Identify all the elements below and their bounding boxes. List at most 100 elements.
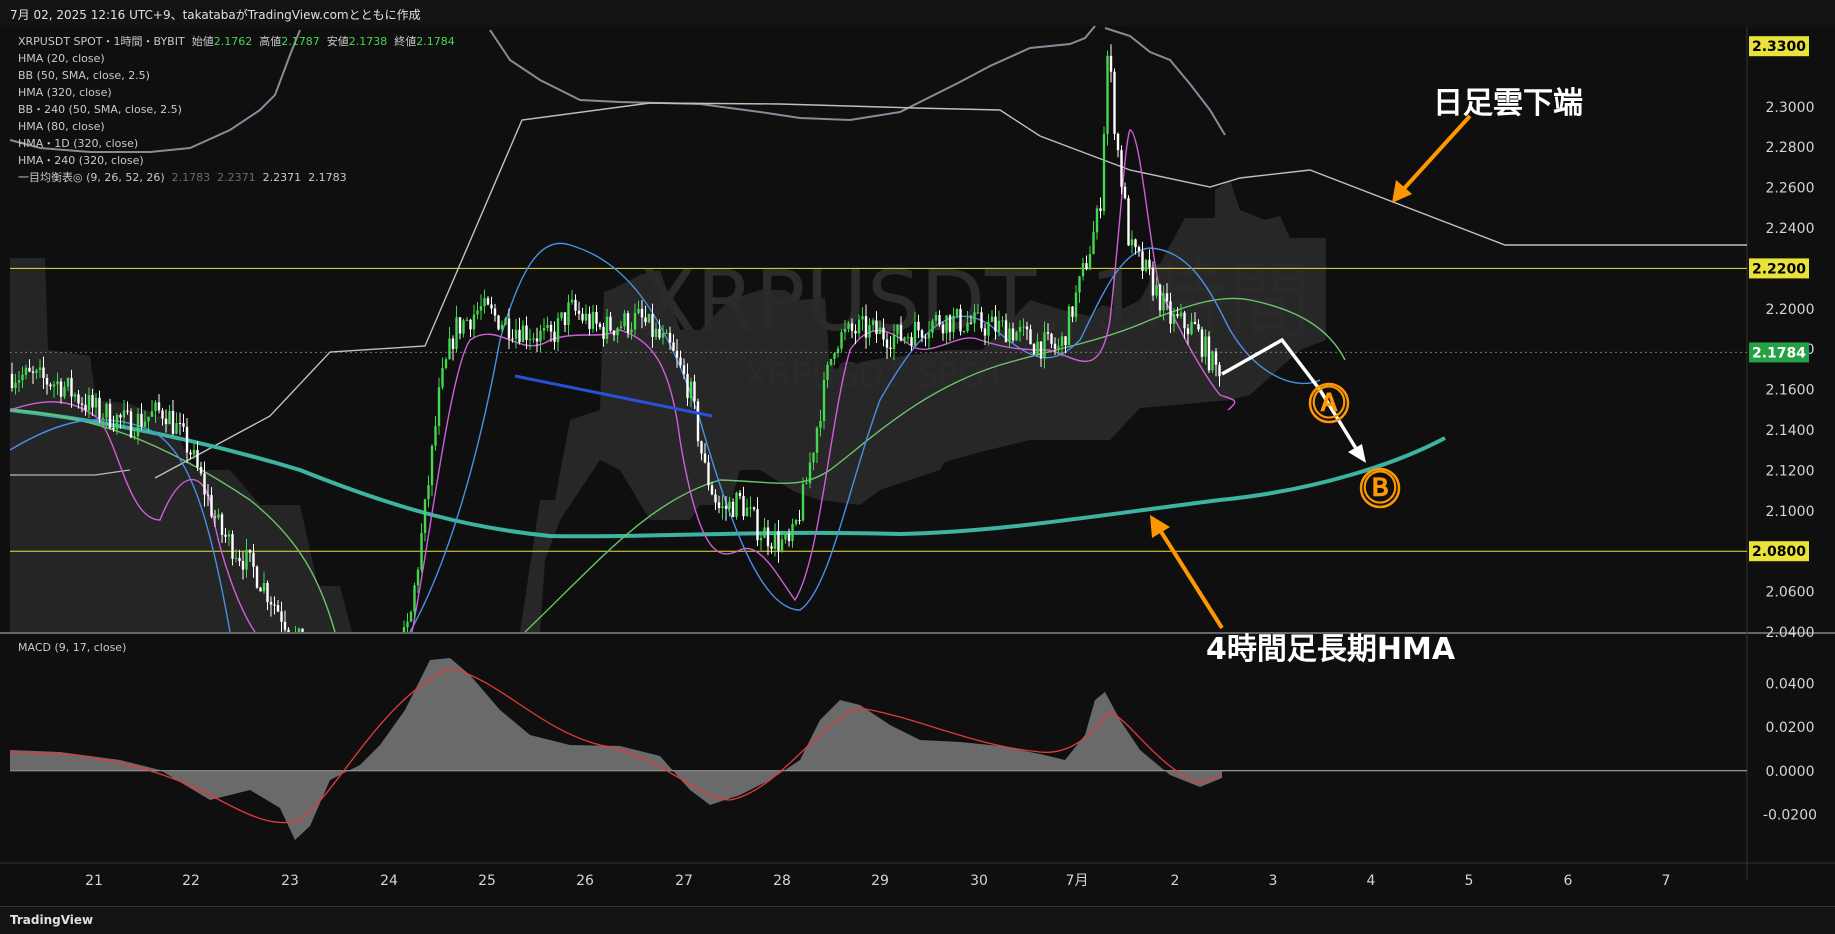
- candle-body: [161, 410, 164, 419]
- candle-body: [588, 313, 591, 329]
- candle-body: [847, 323, 850, 329]
- candle-body: [451, 338, 455, 350]
- candle-body: [444, 359, 448, 368]
- candle-body: [10, 373, 14, 388]
- candle-body: [899, 324, 903, 341]
- candle-body: [91, 395, 94, 408]
- legend-line[interactable]: HMA (20, close): [18, 50, 455, 67]
- candle-body: [1158, 284, 1162, 311]
- candle-body: [35, 370, 38, 373]
- candle-body: [483, 298, 486, 307]
- candle-body: [238, 557, 241, 561]
- candle-body: [1200, 329, 1204, 357]
- candle-body: [812, 452, 815, 463]
- candle-body: [427, 485, 430, 500]
- candle-body: [441, 367, 444, 388]
- candle-body: [297, 628, 301, 632]
- candle-body: [52, 384, 56, 387]
- price-tag-label: 2.2200: [1752, 261, 1806, 277]
- candle-body: [126, 410, 129, 412]
- candle-body: [675, 350, 679, 358]
- legend-line[interactable]: BB (50, SMA, close, 2.5): [18, 67, 455, 84]
- candle-body: [1053, 343, 1057, 349]
- macd-title[interactable]: MACD (9, 17, close): [18, 641, 126, 654]
- time-tick-label: 3: [1269, 873, 1278, 889]
- candle-body: [1095, 208, 1099, 233]
- candle-body: [539, 330, 542, 342]
- candle-body: [724, 506, 728, 509]
- legend-line[interactable]: HMA (80, close): [18, 118, 455, 135]
- candle-body: [1162, 293, 1165, 311]
- candle-body: [14, 382, 17, 388]
- time-tick-label: 23: [281, 873, 299, 889]
- candle-body: [1193, 321, 1197, 325]
- price-tick-label: 2.0400: [1766, 625, 1815, 641]
- candle-body: [854, 330, 857, 334]
- candle-body: [486, 298, 490, 305]
- candle-body: [546, 324, 549, 328]
- candle-body: [504, 318, 507, 325]
- legend-line[interactable]: HMA・240 (320, close): [18, 152, 455, 169]
- candle-body: [1022, 326, 1025, 328]
- candle-body: [140, 413, 143, 427]
- candle-body: [640, 308, 644, 318]
- candle-body: [63, 386, 66, 397]
- low-label: 安値: [326, 35, 349, 48]
- candle-body: [437, 387, 441, 426]
- candle-body: [661, 333, 665, 338]
- candle-body: [283, 621, 287, 630]
- legend-ichimoku[interactable]: 一目均衡表◎ (9, 26, 52, 26) 2.1783 2.2371 2.2…: [18, 169, 455, 186]
- candle-body: [203, 473, 206, 495]
- candle-body: [276, 605, 280, 612]
- candle-body: [1190, 321, 1193, 335]
- candle-body: [644, 317, 647, 323]
- price-tag-label: 2.0800: [1752, 544, 1806, 560]
- candle-body: [1123, 186, 1127, 199]
- candle-body: [1137, 247, 1141, 252]
- candle-body: [889, 347, 892, 349]
- candle-body: [567, 302, 570, 325]
- candle-body: [1186, 328, 1190, 335]
- candle-body: [605, 316, 609, 339]
- candle-body: [301, 628, 304, 632]
- candle-body: [910, 337, 913, 346]
- candle-body: [668, 332, 672, 343]
- candle-body: [693, 381, 696, 402]
- candle-body: [448, 338, 451, 360]
- candle-body: [66, 377, 70, 387]
- candle-body: [738, 492, 742, 496]
- candle-body: [402, 627, 406, 632]
- candle-body: [836, 348, 840, 354]
- candle-body: [658, 328, 661, 338]
- candle-body: [262, 582, 266, 592]
- candle-body: [45, 378, 49, 385]
- legend-symbol: XRPUSDT SPOT・1時間・BYBIT: [18, 35, 185, 48]
- ichimoku-val: 2.2371: [262, 171, 302, 184]
- time-tick-label: 4: [1367, 873, 1376, 889]
- candle-body: [833, 353, 836, 359]
- candle-body: [1141, 251, 1144, 272]
- macd-tick-label: 0.0200: [1766, 720, 1815, 736]
- candle-body: [511, 338, 514, 340]
- candle-body: [525, 325, 528, 341]
- candle-body: [1067, 306, 1071, 346]
- candle-body: [962, 330, 966, 332]
- candle-body: [1099, 208, 1102, 211]
- candle-body: [406, 621, 409, 628]
- candle-body: [430, 445, 434, 486]
- candle-body: [1120, 150, 1123, 187]
- candle-body: [59, 381, 63, 397]
- tradingview-logo[interactable]: TradingView: [10, 913, 93, 927]
- candle-body: [1102, 133, 1106, 211]
- time-tick-label: 7月: [1066, 873, 1089, 889]
- legend-line[interactable]: HMA・1D (320, close): [18, 135, 455, 152]
- candle-body: [532, 338, 535, 340]
- candle-body: [213, 516, 217, 518]
- legend-line[interactable]: BB・240 (50, SMA, close, 2.5): [18, 101, 455, 118]
- candle-body: [759, 537, 763, 541]
- candle-body: [280, 611, 283, 622]
- candle-body: [1001, 320, 1004, 322]
- legend-line[interactable]: HMA (320, close): [18, 84, 455, 101]
- candle-body: [192, 450, 196, 455]
- candle-body: [490, 304, 493, 309]
